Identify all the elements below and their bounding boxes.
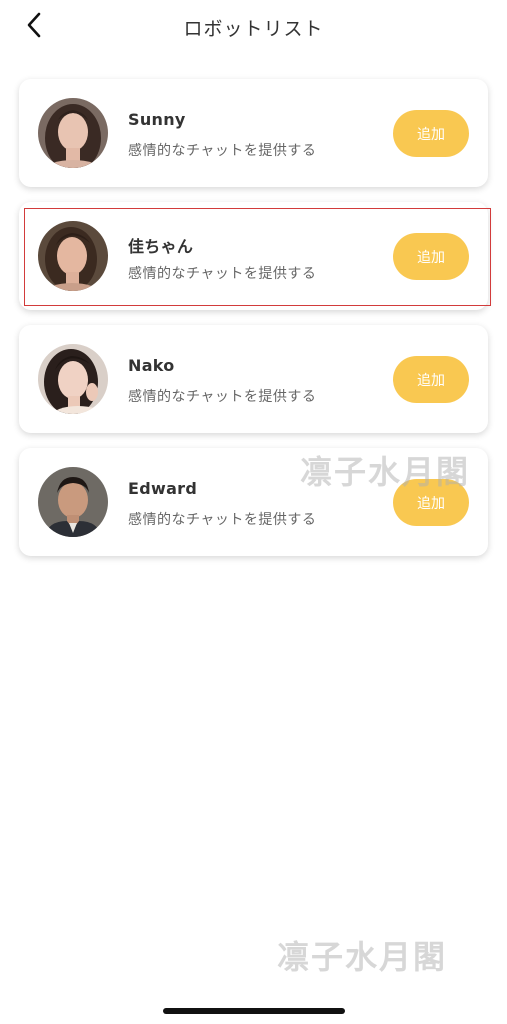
home-indicator xyxy=(163,1008,345,1014)
robot-card-edward: Edward 感情的なチャットを提供する 追加 xyxy=(19,448,488,556)
avatar xyxy=(38,467,108,537)
add-button[interactable]: 追加 xyxy=(393,479,469,526)
avatar xyxy=(38,344,108,414)
robot-description: 感情的なチャットを提供する xyxy=(128,512,317,528)
robot-description: 感情的なチャットを提供する xyxy=(128,389,317,405)
robot-description: 感情的なチャットを提供する xyxy=(128,143,317,159)
robot-card-kachan: 佳ちゃん 感情的なチャットを提供する 追加 xyxy=(19,202,488,310)
add-button[interactable]: 追加 xyxy=(393,110,469,157)
robot-name: Edward xyxy=(128,479,198,498)
robot-card-sunny: Sunny 感情的なチャットを提供する 追加 xyxy=(19,79,488,187)
robot-card-nako: Nako 感情的なチャットを提供する 追加 xyxy=(19,325,488,433)
robot-list: Sunny 感情的なチャットを提供する 追加 佳ちゃん 感情的なチャットを提供す… xyxy=(19,79,488,571)
watermark: 凛子水月閣 xyxy=(277,938,448,976)
robot-name: 佳ちゃん xyxy=(128,237,194,256)
nav-bar: ロボットリスト xyxy=(0,0,507,56)
avatar xyxy=(38,221,108,291)
robot-list-screen: ロボットリスト Sunny 感情的なチャットを提供する 追加 佳ちゃん 感情的な… xyxy=(0,0,507,1024)
robot-name: Sunny xyxy=(128,110,186,129)
avatar xyxy=(38,98,108,168)
robot-description: 感情的なチャットを提供する xyxy=(128,266,317,282)
add-button[interactable]: 追加 xyxy=(393,356,469,403)
page-title: ロボットリスト xyxy=(183,18,324,40)
robot-name: Nako xyxy=(128,356,175,375)
add-button[interactable]: 追加 xyxy=(393,233,469,280)
